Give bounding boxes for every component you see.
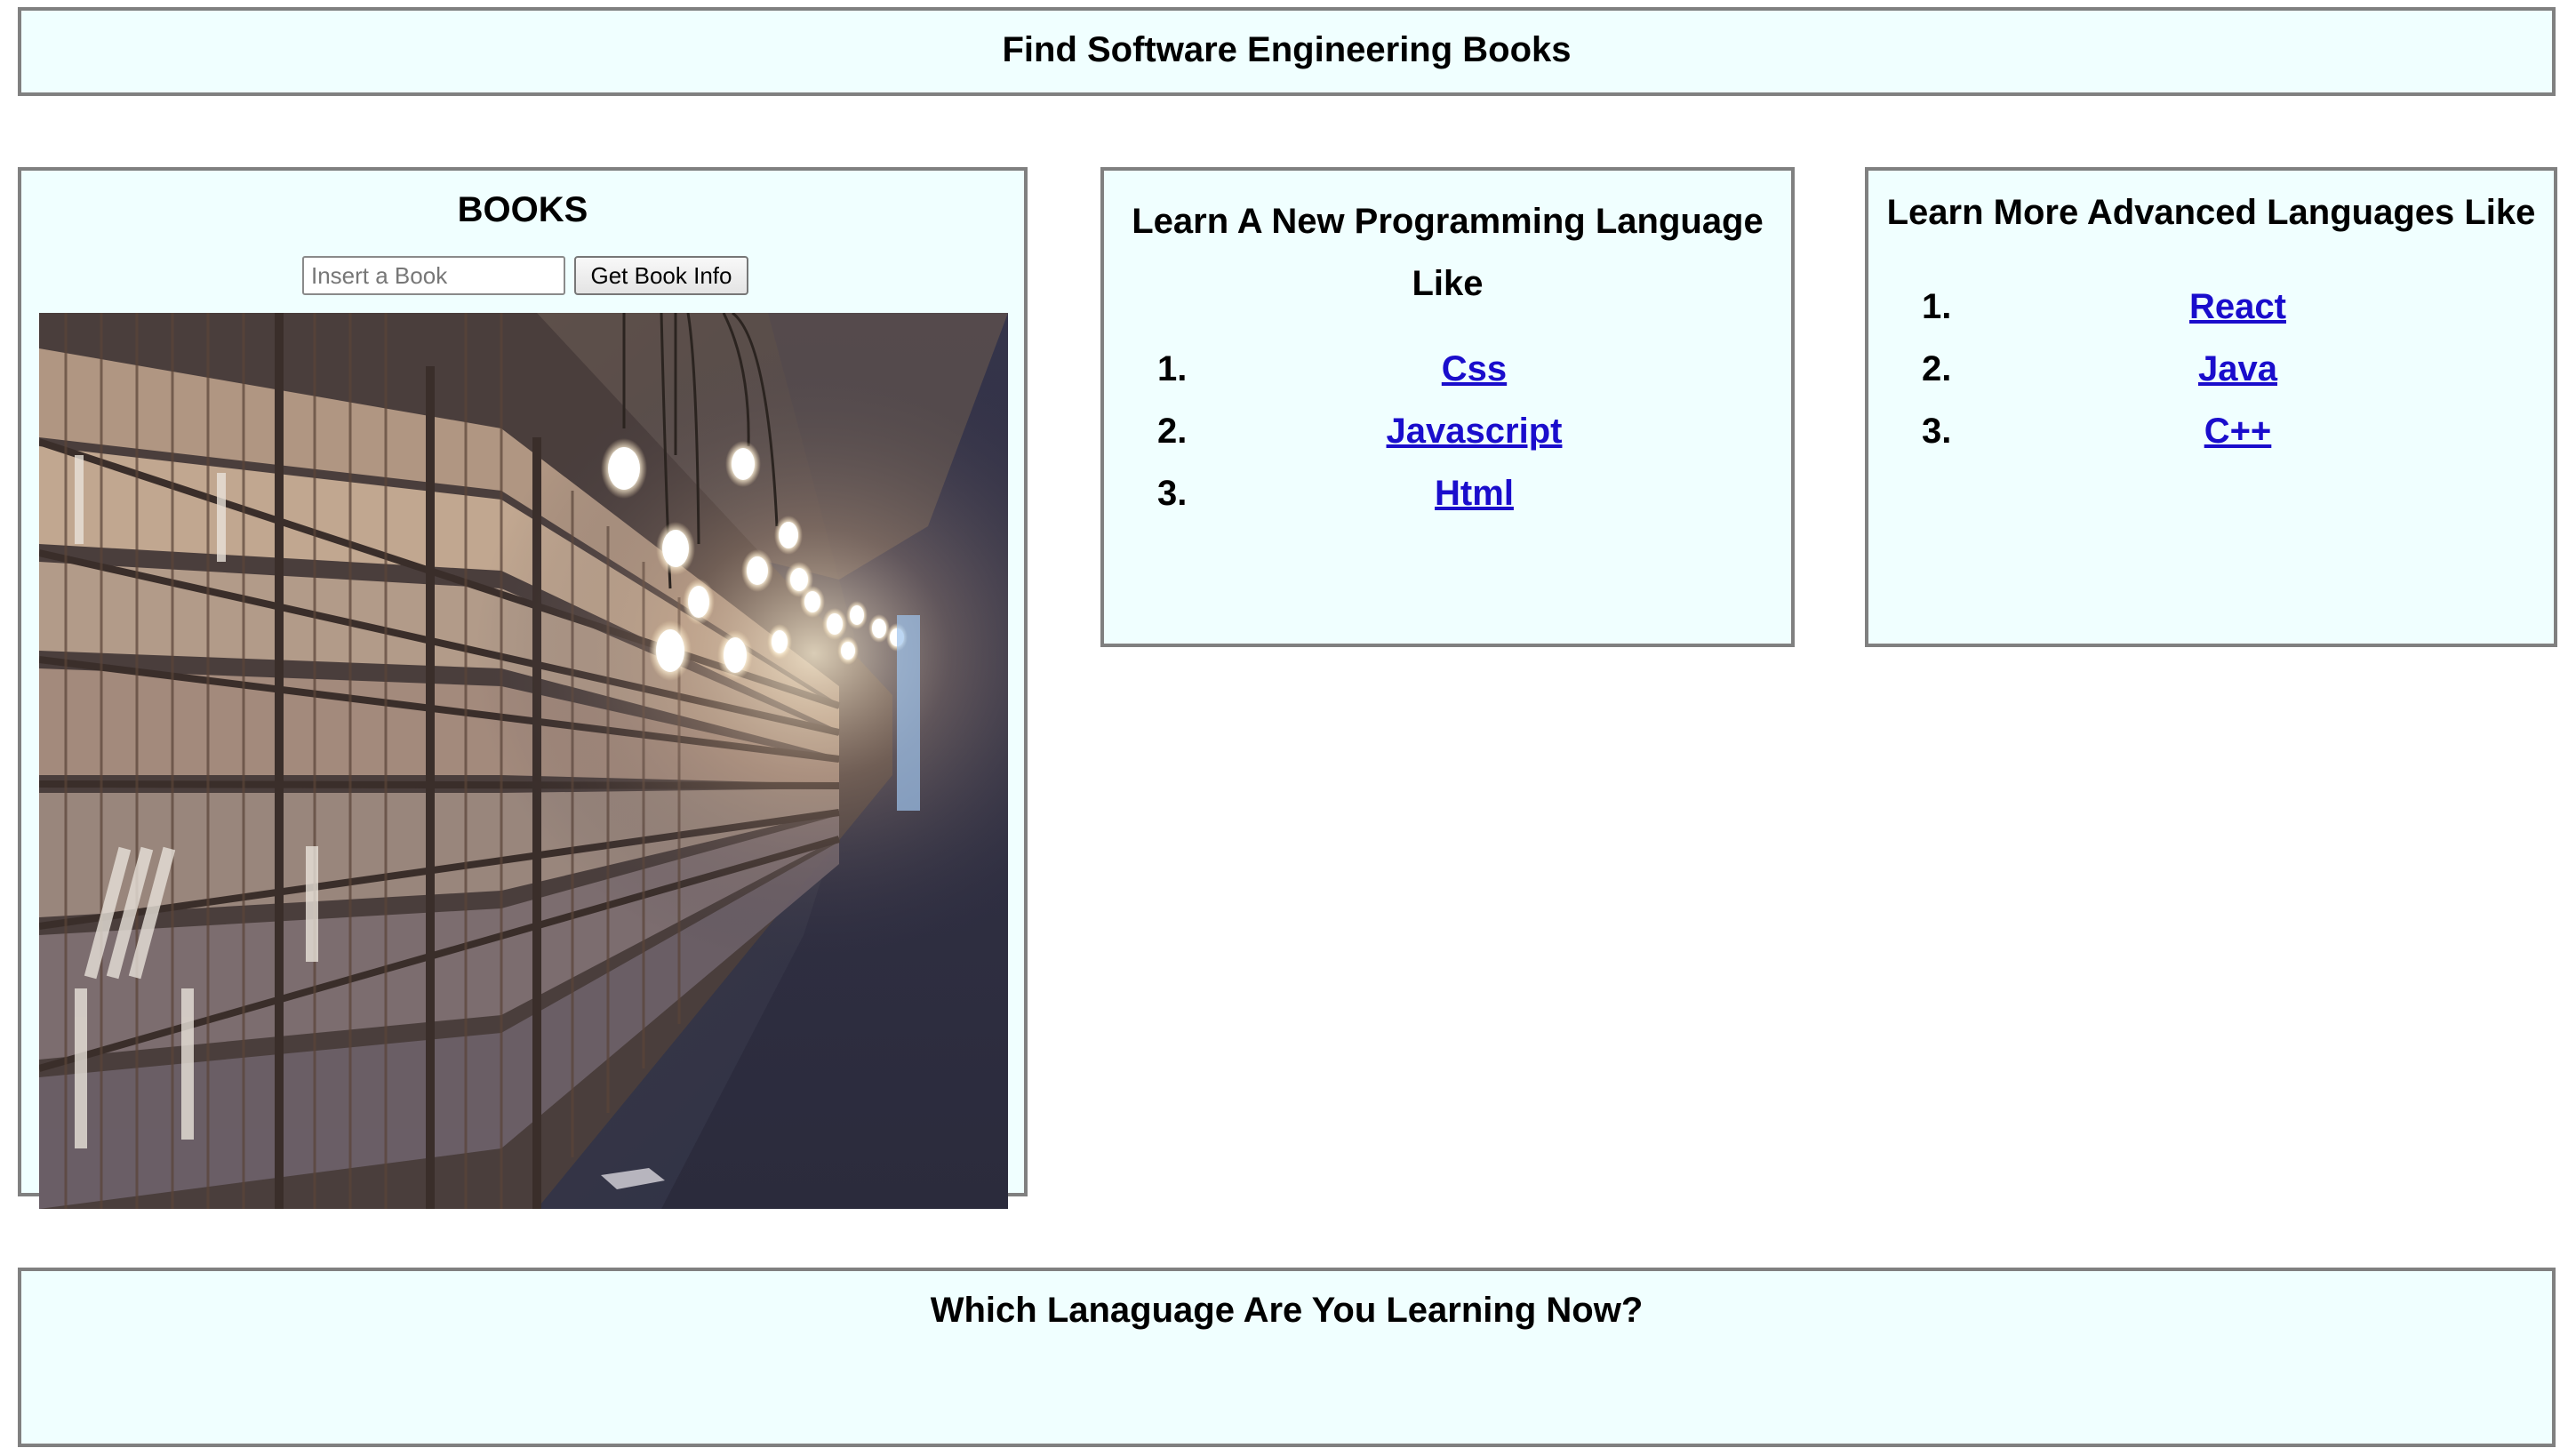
list-number: 1. bbox=[1157, 349, 1188, 388]
advanced-languages-panel: Learn More Advanced Languages Like 1. Re… bbox=[1865, 167, 2557, 647]
list-item: 3. C++ bbox=[1922, 400, 2554, 462]
footer-question: Which Lanaguage Are You Learning Now? bbox=[930, 1291, 1644, 1330]
list-item: 2. Javascript bbox=[1157, 400, 1791, 462]
list-number: 3. bbox=[1157, 474, 1188, 513]
link-css[interactable]: Css bbox=[1211, 338, 1738, 400]
books-panel: BOOKS Get Book Info bbox=[18, 167, 1028, 1209]
link-javascript[interactable]: Javascript bbox=[1211, 400, 1738, 462]
languages-title: Learn A New Programming Language Like bbox=[1132, 202, 1764, 303]
list-number: 2. bbox=[1157, 412, 1188, 451]
link-html[interactable]: Html bbox=[1211, 462, 1738, 524]
list-item: 1. Css bbox=[1157, 338, 1791, 400]
list-number: 3. bbox=[1922, 412, 1952, 451]
list-item: 2. Java bbox=[1922, 338, 2554, 400]
page-title: Find Software Engineering Books bbox=[1002, 30, 1572, 69]
advanced-title: Learn More Advanced Languages Like bbox=[1886, 193, 2536, 232]
list-item: 1. React bbox=[1922, 276, 2554, 338]
link-cpp[interactable]: C++ bbox=[1975, 400, 2500, 462]
list-number: 1. bbox=[1922, 287, 1952, 326]
learn-languages-panel: Learn A New Programming Language Like 1.… bbox=[1100, 167, 1795, 647]
book-search-input[interactable] bbox=[302, 256, 565, 295]
link-java[interactable]: Java bbox=[1975, 338, 2500, 400]
footer-panel: Which Lanaguage Are You Learning Now? bbox=[18, 1268, 2556, 1447]
library-image bbox=[39, 313, 1008, 1209]
link-react[interactable]: React bbox=[1975, 276, 2500, 338]
list-number: 2. bbox=[1922, 349, 1952, 388]
advanced-list: 1. React 2. Java 3. C++ bbox=[1922, 276, 2554, 462]
header-panel: Find Software Engineering Books bbox=[18, 7, 2556, 96]
list-item: 3. Html bbox=[1157, 462, 1791, 524]
get-book-info-button[interactable]: Get Book Info bbox=[574, 256, 748, 295]
books-title: BOOKS bbox=[457, 190, 588, 229]
languages-list: 1. Css 2. Javascript 3. Html bbox=[1157, 338, 1791, 524]
